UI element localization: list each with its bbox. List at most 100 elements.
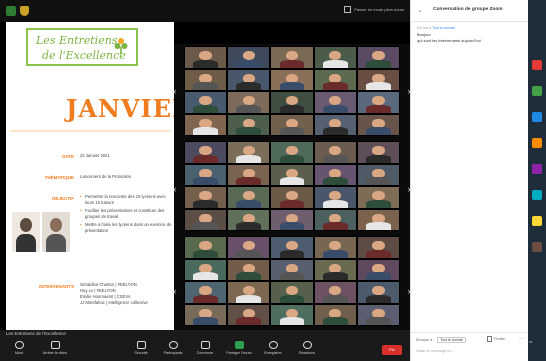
participant-video-tile[interactable] bbox=[227, 186, 271, 209]
participant-video-tile[interactable] bbox=[356, 208, 400, 231]
security-button[interactable]: Sécurité bbox=[124, 341, 158, 355]
participant-video-tile[interactable] bbox=[184, 303, 228, 326]
participant-video-tile[interactable] bbox=[184, 68, 228, 91]
participant-video-tile[interactable] bbox=[356, 236, 400, 259]
participant-face bbox=[285, 146, 299, 156]
end-meeting-button[interactable]: Fin bbox=[382, 345, 402, 355]
participant-video-tile[interactable] bbox=[313, 258, 357, 281]
participant-face bbox=[329, 146, 342, 156]
participant-video-tile[interactable] bbox=[184, 186, 228, 209]
participant-video-tile[interactable] bbox=[227, 303, 271, 326]
share-screen-button[interactable]: Partager l'écran bbox=[222, 341, 256, 355]
encryption-shield-icon[interactable] bbox=[20, 6, 29, 16]
gallery-prev-arrow-icon[interactable]: ‹ bbox=[172, 184, 178, 194]
file-button[interactable]: Fichier bbox=[487, 336, 505, 342]
participant-video-tile[interactable] bbox=[184, 46, 228, 69]
row-value-theme: Lancement de la Promotion bbox=[80, 174, 132, 179]
participant-video-tile[interactable] bbox=[270, 141, 314, 164]
participant-video-tile[interactable] bbox=[356, 303, 400, 326]
participant-video-tile[interactable] bbox=[184, 281, 228, 304]
participant-video-tile[interactable] bbox=[270, 303, 314, 326]
participant-video-tile[interactable] bbox=[184, 163, 228, 186]
participant-video-tile[interactable] bbox=[356, 258, 400, 281]
participant-video-tile[interactable] bbox=[270, 113, 314, 136]
chat-button[interactable]: Converser bbox=[188, 341, 222, 355]
participant-video-tile[interactable] bbox=[270, 258, 314, 281]
participant-video-tile[interactable] bbox=[313, 141, 357, 164]
chevron-down-icon[interactable]: ⌄ bbox=[417, 6, 423, 14]
participant-video-tile[interactable] bbox=[227, 68, 271, 91]
participant-video-tile[interactable] bbox=[313, 303, 357, 326]
participant-video-tile[interactable] bbox=[227, 258, 271, 281]
fullscreen-button[interactable]: Passer en mode plein écran bbox=[344, 6, 404, 13]
participant-video-tile[interactable] bbox=[227, 91, 271, 114]
participant-video-tile[interactable] bbox=[184, 258, 228, 281]
taskbar-app-icon[interactable] bbox=[532, 138, 542, 148]
participant-video-tile[interactable] bbox=[184, 236, 228, 259]
participant-video-tile[interactable] bbox=[270, 186, 314, 209]
participant-video-tile[interactable] bbox=[356, 163, 400, 186]
mute-button[interactable]: Muet bbox=[2, 341, 36, 355]
participant-video-tile[interactable] bbox=[227, 141, 271, 164]
participant-video-tile[interactable] bbox=[184, 91, 228, 114]
record-button[interactable]: Enregistrer bbox=[256, 341, 290, 355]
send-to-select[interactable]: Tout le monde bbox=[437, 337, 466, 343]
more-options-icon[interactable]: ··· bbox=[519, 336, 524, 342]
participant-video-tile[interactable] bbox=[184, 141, 228, 164]
taskbar-app-icon[interactable] bbox=[532, 112, 542, 122]
participant-video-tile[interactable] bbox=[270, 208, 314, 231]
participant-torso bbox=[322, 294, 348, 303]
message-recipient[interactable]: Tout le monde bbox=[432, 26, 455, 30]
participant-torso bbox=[322, 177, 348, 186]
participant-video-tile[interactable] bbox=[356, 91, 400, 114]
participant-video-tile[interactable] bbox=[270, 68, 314, 91]
participant-video-tile[interactable] bbox=[313, 208, 357, 231]
participant-video-tile[interactable] bbox=[270, 46, 314, 69]
participant-video-tile[interactable] bbox=[184, 113, 228, 136]
gallery-prev-arrow-icon[interactable]: ‹ bbox=[172, 286, 178, 296]
participant-video-tile[interactable] bbox=[227, 163, 271, 186]
participant-video-tile[interactable] bbox=[270, 281, 314, 304]
participant-video-tile[interactable] bbox=[356, 281, 400, 304]
taskbar-app-icon[interactable] bbox=[532, 60, 542, 70]
participants-button[interactable]: Participants bbox=[156, 341, 190, 355]
participant-video-tile[interactable] bbox=[270, 236, 314, 259]
participant-video-tile[interactable] bbox=[227, 113, 271, 136]
participant-torso bbox=[366, 317, 391, 326]
participant-face bbox=[285, 191, 299, 201]
participant-video-tile[interactable] bbox=[356, 68, 400, 91]
speaker-line: JJ Montfahuc | Intelligence collective bbox=[80, 300, 148, 305]
participant-face bbox=[199, 241, 212, 251]
participant-video-tile[interactable] bbox=[184, 208, 228, 231]
reactions-button[interactable]: Réactions bbox=[290, 341, 324, 355]
participant-video-tile[interactable] bbox=[313, 113, 357, 136]
participant-video-tile[interactable] bbox=[227, 236, 271, 259]
participant-video-tile[interactable] bbox=[313, 46, 357, 69]
participant-video-tile[interactable] bbox=[356, 141, 400, 164]
participant-video-tile[interactable] bbox=[227, 208, 271, 231]
participant-face bbox=[285, 241, 299, 251]
gallery-prev-arrow-icon[interactable]: ‹ bbox=[172, 86, 178, 96]
taskbar-app-icon[interactable] bbox=[532, 242, 542, 252]
taskbar-app-icon[interactable] bbox=[532, 86, 542, 96]
participant-video-tile[interactable] bbox=[270, 163, 314, 186]
taskbar-app-icon[interactable] bbox=[532, 190, 542, 200]
participant-video-tile[interactable] bbox=[313, 236, 357, 259]
participant-video-tile[interactable] bbox=[313, 186, 357, 209]
participant-video-tile[interactable] bbox=[227, 281, 271, 304]
participant-video-tile[interactable] bbox=[270, 91, 314, 114]
participant-video-tile[interactable] bbox=[227, 46, 271, 69]
participant-video-tile[interactable] bbox=[313, 91, 357, 114]
participant-torso bbox=[279, 104, 305, 113]
participant-video-tile[interactable] bbox=[356, 46, 400, 69]
chat-compose-input[interactable]: Saisir le message ici... bbox=[416, 349, 454, 353]
participant-video-tile[interactable] bbox=[356, 113, 400, 136]
participant-video-tile[interactable] bbox=[313, 68, 357, 91]
taskbar-app-icon[interactable] bbox=[532, 216, 542, 226]
participant-face bbox=[242, 51, 255, 61]
participant-video-tile[interactable] bbox=[313, 281, 357, 304]
participant-video-tile[interactable] bbox=[313, 163, 357, 186]
participant-video-tile[interactable] bbox=[356, 186, 400, 209]
stop-video-button[interactable]: Arrêter la vidéo bbox=[38, 341, 72, 355]
taskbar-app-icon[interactable] bbox=[532, 164, 542, 174]
